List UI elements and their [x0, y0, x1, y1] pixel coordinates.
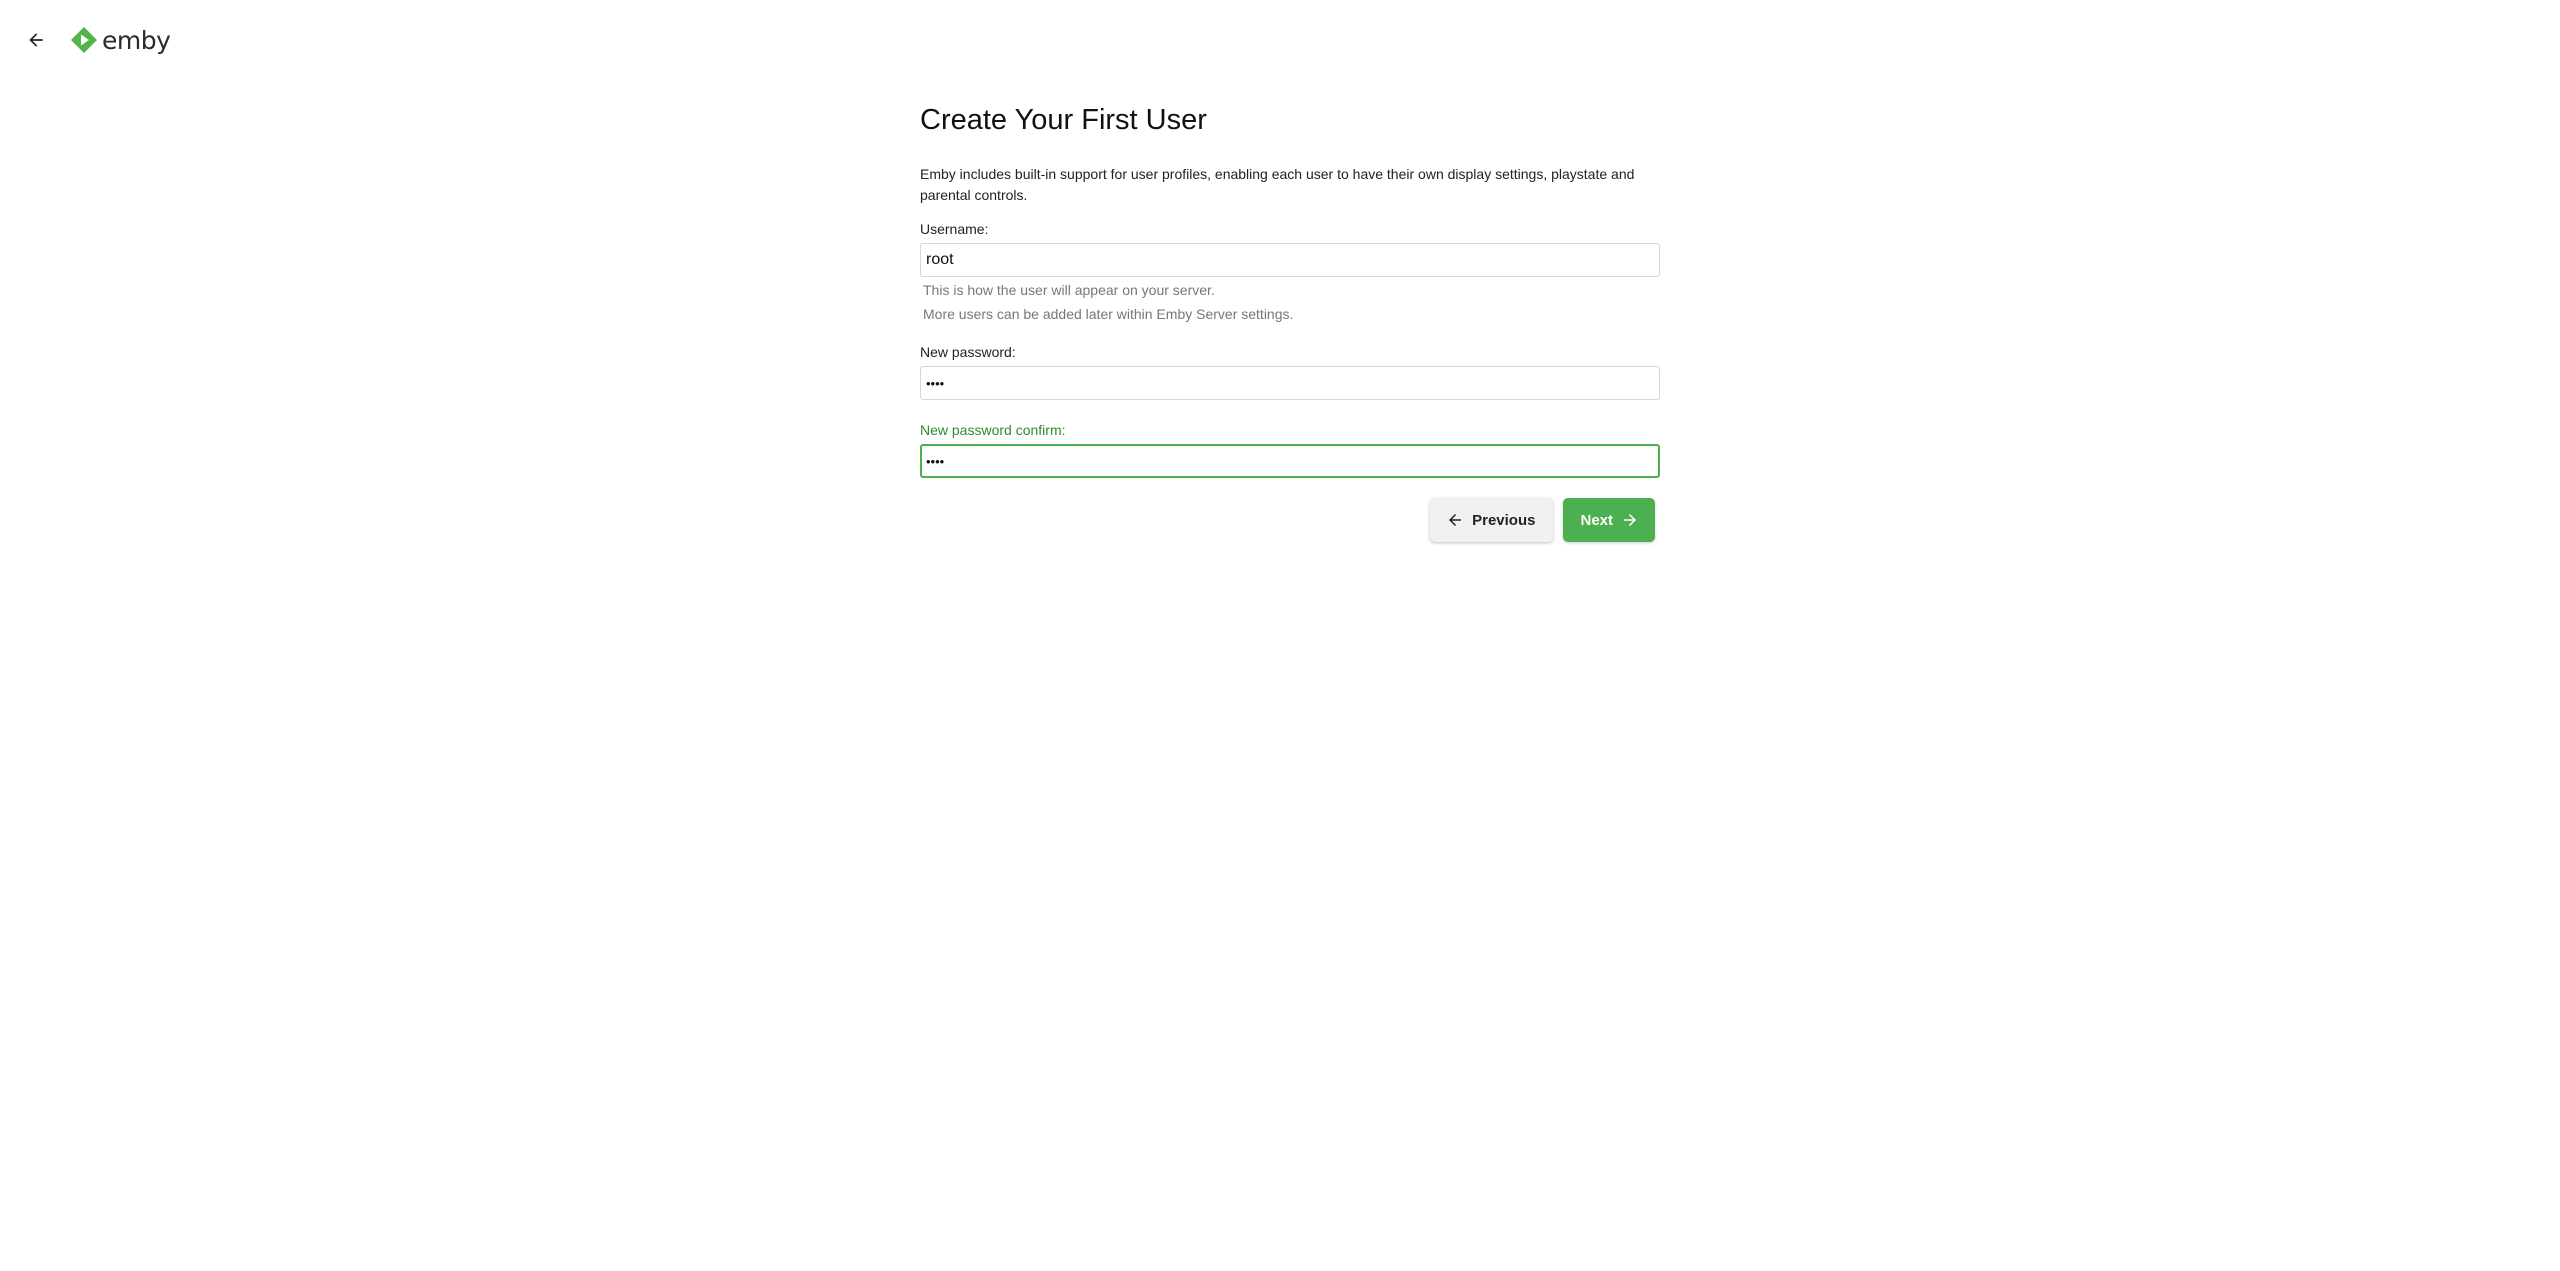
arrow-left-icon — [29, 33, 43, 47]
arrow-right-icon — [1621, 511, 1639, 529]
next-button[interactable]: Next — [1563, 498, 1655, 542]
password-label: New password: — [920, 344, 1016, 360]
wizard-content: Create Your First User Emby includes bui… — [920, 96, 1660, 542]
password-input[interactable]: •••• — [920, 366, 1660, 400]
logo-text: emby — [102, 25, 171, 55]
password-confirm-input[interactable]: •••• — [920, 444, 1660, 478]
app-header: emby — [0, 0, 2560, 80]
password-confirm-value: •••• — [926, 453, 945, 469]
username-input[interactable]: root — [920, 243, 1660, 277]
arrow-left-icon — [1446, 511, 1464, 529]
password-confirm-label: New password confirm: — [920, 422, 1066, 438]
wizard-buttons: Previous Next — [920, 498, 1660, 542]
intro-text: Emby includes built-in support for user … — [920, 166, 1635, 203]
username-value: root — [926, 251, 954, 268]
username-field-group: Username: root This is how the user will… — [920, 219, 1660, 326]
username-help-1: This is how the user will appear on your… — [923, 282, 1215, 298]
username-help-2: More users can be added later within Emb… — [923, 306, 1294, 322]
previous-label: Previous — [1472, 511, 1536, 529]
page-title: Create Your First User — [920, 104, 1207, 136]
username-label: Username: — [920, 221, 989, 237]
next-label: Next — [1580, 511, 1613, 529]
emby-logo[interactable]: emby — [70, 24, 171, 56]
emby-play-icon — [71, 27, 97, 53]
previous-button[interactable]: Previous — [1430, 498, 1554, 542]
back-button[interactable] — [20, 24, 52, 56]
password-field-group: New password: •••• — [920, 342, 1660, 400]
password-confirm-field-group: New password confirm: •••• — [920, 420, 1660, 478]
password-value: •••• — [926, 375, 945, 391]
